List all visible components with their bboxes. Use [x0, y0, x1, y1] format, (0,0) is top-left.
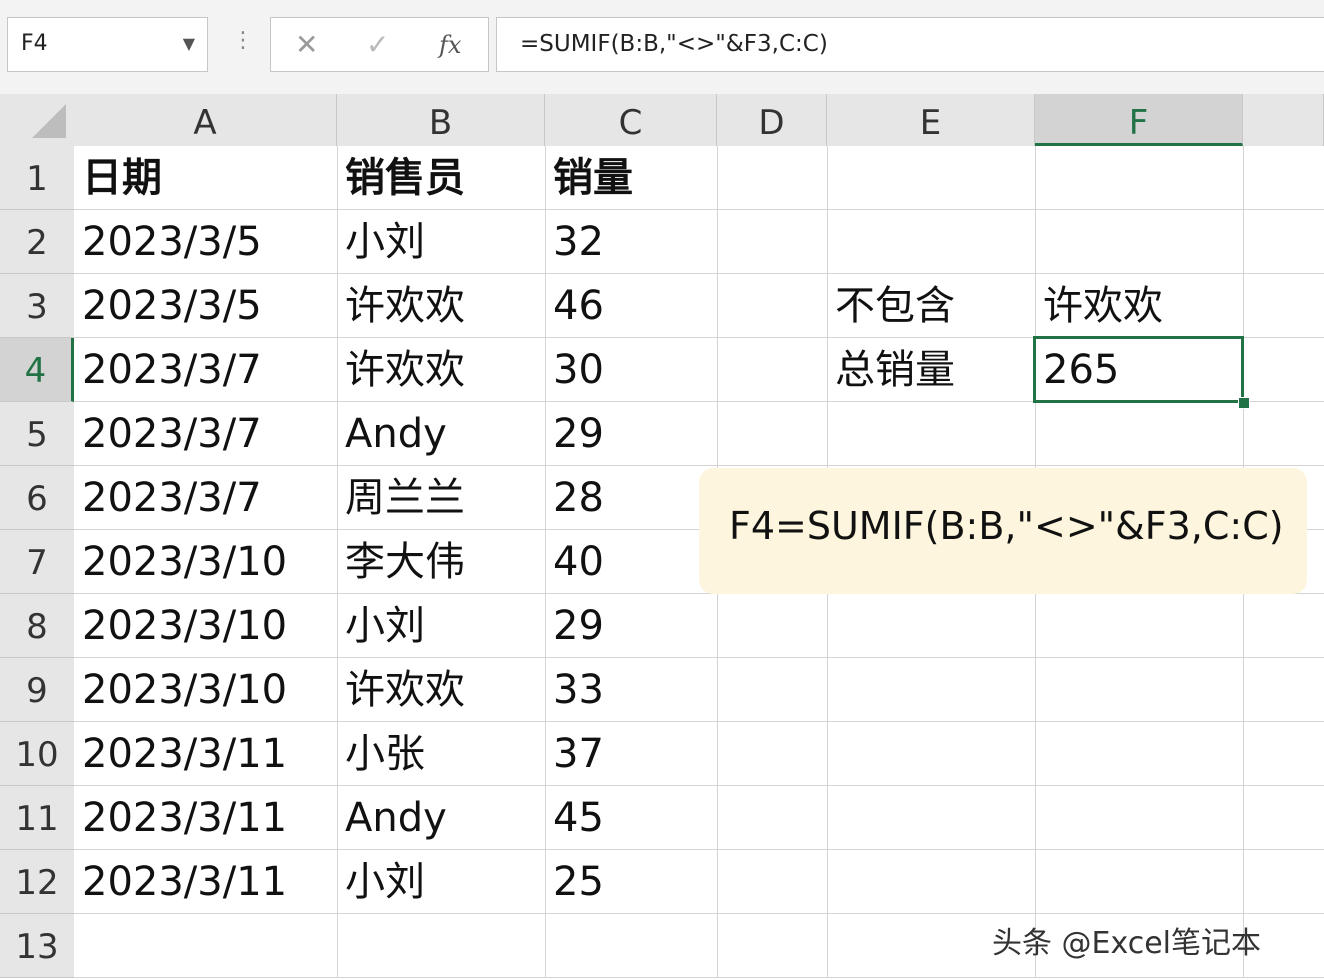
cell-c11[interactable]: 45	[553, 786, 604, 850]
cell-c5[interactable]: 29	[553, 402, 604, 466]
row-header-9[interactable]: 9	[0, 658, 74, 722]
callout-text: F4=SUMIF(B:B,"<>"&F3,C:C)	[729, 504, 1284, 548]
cell-c10[interactable]: 37	[553, 722, 604, 786]
cell-b2[interactable]: 小刘	[345, 210, 425, 274]
cell-b6[interactable]: 周兰兰	[345, 466, 465, 530]
row-header-6[interactable]: 6	[0, 466, 74, 530]
column-header-d[interactable]: D	[717, 94, 827, 146]
cell-c6[interactable]: 28	[553, 466, 604, 530]
column-header-c[interactable]: C	[545, 94, 717, 146]
watermark: 头条 @Excel笔记本	[992, 926, 1262, 961]
formula-input[interactable]: =SUMIF(B:B,"<>"&F3,C:C)	[496, 17, 1324, 72]
cell-c3[interactable]: 46	[553, 274, 604, 338]
cell-e3[interactable]: 不包含	[835, 274, 955, 338]
row-header-11[interactable]: 11	[0, 786, 74, 850]
cell-b5[interactable]: Andy	[345, 402, 447, 466]
cell-e4[interactable]: 总销量	[835, 338, 955, 402]
row-header-1[interactable]: 1	[0, 146, 74, 210]
cell-c4[interactable]: 30	[553, 338, 604, 402]
cell-c1[interactable]: 销量	[553, 146, 633, 210]
name-box[interactable]: F4 ▼	[7, 17, 208, 72]
cell-b10[interactable]: 小张	[345, 722, 425, 786]
chevron-down-icon[interactable]: ▼	[183, 34, 195, 53]
cell-b7[interactable]: 李大伟	[345, 530, 465, 594]
gridline-vertical	[337, 146, 338, 978]
column-header-e[interactable]: E	[827, 94, 1035, 146]
cell-b12[interactable]: 小刘	[345, 850, 425, 914]
insert-function-icon[interactable]: fx	[439, 31, 461, 59]
gridline-horizontal	[74, 977, 1324, 978]
cell-b11[interactable]: Andy	[345, 786, 447, 850]
cell-a7[interactable]: 2023/3/10	[82, 530, 287, 594]
column-header-a[interactable]: A	[74, 94, 337, 146]
cell-b4[interactable]: 许欢欢	[345, 338, 465, 402]
fill-handle[interactable]	[1238, 397, 1250, 409]
row-header-12[interactable]: 12	[0, 850, 74, 914]
cell-a11[interactable]: 2023/3/11	[82, 786, 287, 850]
cell-c7[interactable]: 40	[553, 530, 604, 594]
cell-a10[interactable]: 2023/3/11	[82, 722, 287, 786]
cell-a12[interactable]: 2023/3/11	[82, 850, 287, 914]
cell-c12[interactable]: 25	[553, 850, 604, 914]
select-all-icon	[32, 104, 66, 138]
cancel-icon[interactable]: ✕	[295, 28, 318, 61]
cell-b8[interactable]: 小刘	[345, 594, 425, 658]
cell-a3[interactable]: 2023/3/5	[82, 274, 262, 338]
drag-handle-icon[interactable]: ⋮	[232, 30, 254, 52]
column-header-f[interactable]: F	[1035, 94, 1243, 146]
cell-a1[interactable]: 日期	[82, 146, 162, 210]
cell-b3[interactable]: 许欢欢	[345, 274, 465, 338]
formula-bar: F4 ▼ ⋮ ✕ ✓ fx =SUMIF(B:B,"<>"&F3,C:C)	[0, 0, 1324, 94]
cell-f3[interactable]: 许欢欢	[1043, 274, 1163, 338]
active-cell-border	[1033, 336, 1244, 403]
cell-a8[interactable]: 2023/3/10	[82, 594, 287, 658]
cell-a4[interactable]: 2023/3/7	[82, 338, 262, 402]
row-header-3[interactable]: 3	[0, 274, 74, 338]
enter-icon[interactable]: ✓	[366, 28, 389, 61]
cell-c9[interactable]: 33	[553, 658, 604, 722]
cell-a5[interactable]: 2023/3/7	[82, 402, 262, 466]
row-header-7[interactable]: 7	[0, 530, 74, 594]
cell-a9[interactable]: 2023/3/10	[82, 658, 287, 722]
row-header-5[interactable]: 5	[0, 402, 74, 466]
row-header-10[interactable]: 10	[0, 722, 74, 786]
column-header-filler	[1243, 94, 1324, 146]
column-header-b[interactable]: B	[337, 94, 545, 146]
formula-callout: F4=SUMIF(B:B,"<>"&F3,C:C)	[699, 468, 1307, 594]
formula-text: =SUMIF(B:B,"<>"&F3,C:C)	[520, 31, 828, 57]
cell-a2[interactable]: 2023/3/5	[82, 210, 262, 274]
cell-a6[interactable]: 2023/3/7	[82, 466, 262, 530]
select-all-corner[interactable]	[0, 94, 74, 146]
cell-c8[interactable]: 29	[553, 594, 604, 658]
cell-b9[interactable]: 许欢欢	[345, 658, 465, 722]
name-box-value: F4	[21, 31, 48, 56]
row-header-8[interactable]: 8	[0, 594, 74, 658]
gridline-vertical	[545, 146, 546, 978]
row-header-13[interactable]: 13	[0, 914, 74, 978]
cell-b1[interactable]: 销售员	[345, 146, 465, 210]
formula-actions: ✕ ✓ fx	[270, 17, 489, 72]
cell-c2[interactable]: 32	[553, 210, 604, 274]
row-header-2[interactable]: 2	[0, 210, 74, 274]
row-header-4[interactable]: 4	[0, 338, 74, 402]
